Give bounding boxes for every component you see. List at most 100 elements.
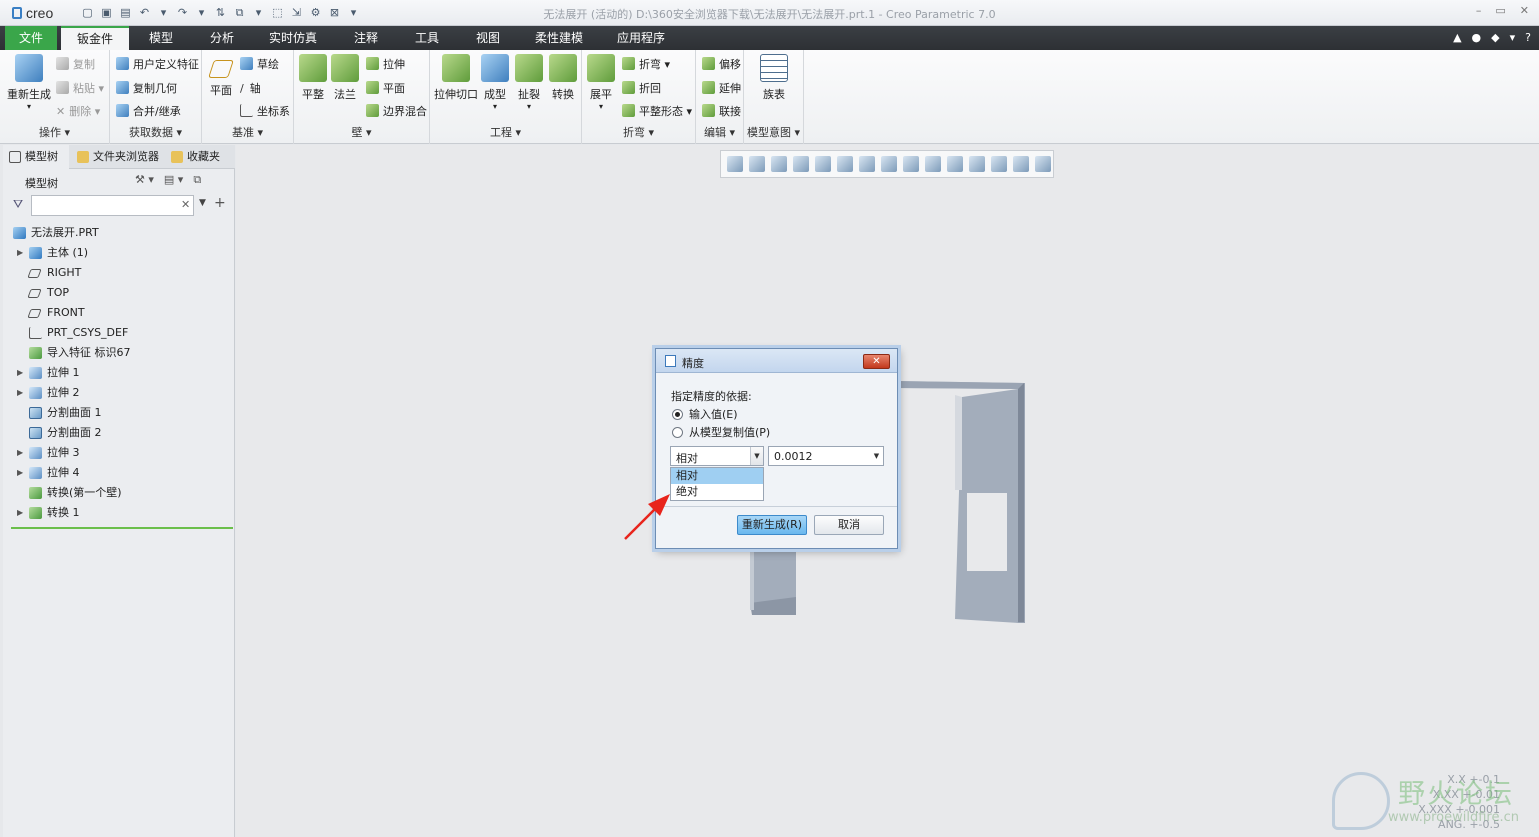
- convert-button[interactable]: 转换: [548, 54, 578, 102]
- sketch-button[interactable]: 草绘: [240, 56, 279, 72]
- option-absolute[interactable]: 绝对: [671, 484, 763, 500]
- add-icon[interactable]: +: [214, 195, 226, 211]
- expand-icon[interactable]: ▶: [17, 463, 23, 483]
- tree-filter-icon[interactable]: ⧉: [193, 173, 201, 187]
- group-label[interactable]: 折弯 ▾: [582, 124, 695, 140]
- expand-icon[interactable]: ▶: [17, 503, 23, 523]
- search-dropdown-icon[interactable]: ▼: [199, 198, 206, 208]
- saved-orientations-icon[interactable]: [837, 156, 853, 172]
- delete-button[interactable]: ✕ 删除 ▾: [56, 103, 100, 119]
- chevron-down-icon[interactable]: ▼: [750, 447, 763, 465]
- help-icon[interactable]: ?: [1525, 31, 1531, 44]
- extend-button[interactable]: 延伸: [702, 80, 741, 96]
- group-label[interactable]: 壁 ▾: [294, 124, 429, 140]
- section-icon[interactable]: [991, 156, 1007, 172]
- tab-tools[interactable]: 工具: [399, 26, 455, 50]
- tab-model[interactable]: 模型: [133, 26, 189, 50]
- radio-input-value[interactable]: 输入值(E): [672, 406, 738, 422]
- annotation-display-icon[interactable]: [925, 156, 941, 172]
- paste-button[interactable]: 粘贴 ▾: [56, 80, 104, 96]
- tab-model-tree[interactable]: 模型树: [3, 145, 69, 169]
- maximize-icon[interactable]: ▭: [1495, 4, 1505, 17]
- perspective-icon[interactable]: [881, 156, 897, 172]
- tab-flexible-modeling[interactable]: 柔性建模: [524, 26, 594, 50]
- flange-button[interactable]: 法兰: [330, 54, 360, 102]
- group-label[interactable]: 获取数据 ▾: [110, 124, 201, 140]
- form-icon: [481, 54, 509, 82]
- tab-sheetmetal[interactable]: 钣金件: [61, 26, 129, 50]
- expand-icon[interactable]: ▶: [17, 383, 23, 403]
- tab-live-simulation[interactable]: 实时仿真: [258, 26, 328, 50]
- precision-value-input[interactable]: 0.0012 ▼: [768, 446, 884, 466]
- view-manager-icon[interactable]: [859, 156, 875, 172]
- expand-icon[interactable]: ▶: [17, 243, 23, 263]
- hat-icon[interactable]: ◆: [1491, 31, 1499, 44]
- flat-pattern-button[interactable]: 平整形态 ▾: [622, 103, 692, 119]
- bulb-icon[interactable]: ●: [1472, 31, 1482, 44]
- filter-icon[interactable]: ⛛: [13, 197, 23, 212]
- datum-plane-button[interactable]: 平面: [206, 54, 236, 98]
- bend-back-button[interactable]: 折回: [622, 80, 661, 96]
- tab-annotate[interactable]: 注释: [338, 26, 394, 50]
- group-label[interactable]: 基准 ▾: [202, 124, 293, 140]
- copy-geometry-button[interactable]: 复制几何: [116, 80, 177, 96]
- search-input[interactable]: [31, 195, 194, 216]
- tree-settings-icon[interactable]: ⚒ ▾: [135, 173, 154, 187]
- join-button[interactable]: 联接: [702, 103, 741, 119]
- tab-analysis[interactable]: 分析: [194, 26, 250, 50]
- bend-button[interactable]: 折弯 ▾: [622, 56, 670, 72]
- appearance-icon[interactable]: [969, 156, 985, 172]
- datum-display-icon[interactable]: [903, 156, 919, 172]
- tab-view[interactable]: 视图: [460, 26, 516, 50]
- regenerate-button[interactable]: 重新生成(R): [737, 515, 807, 535]
- option-relative[interactable]: 相对: [671, 468, 763, 484]
- show-icon[interactable]: ▤ ▾: [164, 173, 183, 187]
- insert-marker[interactable]: [11, 527, 233, 529]
- expand-icon[interactable]: ▶: [17, 363, 23, 383]
- dropdown-icon[interactable]: ▾: [1510, 31, 1516, 44]
- collapse-ribbon-icon[interactable]: ▲: [1453, 31, 1461, 44]
- unbend-button[interactable]: 展平 ▾: [586, 54, 616, 111]
- tab-folder-browser[interactable]: 文件夹浏览器: [71, 145, 163, 169]
- tab-favorites[interactable]: 收藏夹: [165, 145, 231, 169]
- folder-icon: [77, 151, 89, 163]
- regenerate-button[interactable]: 重新生成 ▾: [6, 54, 52, 111]
- csys-button[interactable]: 坐标系: [240, 103, 290, 119]
- refit-icon[interactable]: [727, 156, 743, 172]
- close-icon[interactable]: ✕: [863, 354, 890, 369]
- minimize-icon[interactable]: –: [1476, 4, 1482, 17]
- pause-icon[interactable]: [1013, 156, 1029, 172]
- precision-mode-select[interactable]: 相对 ▼: [670, 446, 764, 466]
- flat-wall-button[interactable]: 平整: [298, 54, 328, 102]
- group-label[interactable]: 编辑 ▾: [696, 124, 743, 140]
- cancel-button[interactable]: 取消: [814, 515, 884, 535]
- rip-button[interactable]: 扯裂 ▾: [514, 54, 544, 111]
- close-icon[interactable]: ✕: [1520, 4, 1529, 17]
- extrude-cut-button[interactable]: 拉伸切口: [434, 54, 478, 102]
- clear-search-icon[interactable]: ✕: [181, 198, 190, 211]
- tab-file[interactable]: 文件: [5, 26, 57, 50]
- display-style-icon[interactable]: [815, 156, 831, 172]
- planar-wall-button[interactable]: 平面: [366, 80, 405, 96]
- boundary-blend-button[interactable]: 边界混合: [366, 103, 427, 119]
- chevron-down-icon[interactable]: ▼: [870, 447, 883, 465]
- more-icon[interactable]: [1035, 156, 1051, 172]
- zoom-out-icon[interactable]: [771, 156, 787, 172]
- axis-button[interactable]: / 轴: [240, 80, 261, 96]
- tab-applications[interactable]: 应用程序: [606, 26, 676, 50]
- spin-center-icon[interactable]: [947, 156, 963, 172]
- group-label[interactable]: 模型意图 ▾: [744, 124, 803, 140]
- udf-button[interactable]: 用户定义特征: [116, 56, 199, 72]
- group-label[interactable]: 工程 ▾: [430, 124, 581, 140]
- group-label[interactable]: 操作 ▾: [0, 124, 109, 140]
- offset-button[interactable]: 偏移: [702, 56, 741, 72]
- extrude-wall-button[interactable]: 拉伸: [366, 56, 405, 72]
- zoom-in-icon[interactable]: [749, 156, 765, 172]
- repaint-icon[interactable]: [793, 156, 809, 172]
- form-button[interactable]: 成型 ▾: [480, 54, 510, 111]
- expand-icon[interactable]: ▶: [17, 443, 23, 463]
- family-table-button[interactable]: 族表: [758, 54, 790, 102]
- copy-button[interactable]: 复制: [56, 56, 95, 72]
- merge-inherit-button[interactable]: 合并/继承: [116, 103, 181, 119]
- radio-copy-from-model[interactable]: 从模型复制值(P): [672, 424, 770, 440]
